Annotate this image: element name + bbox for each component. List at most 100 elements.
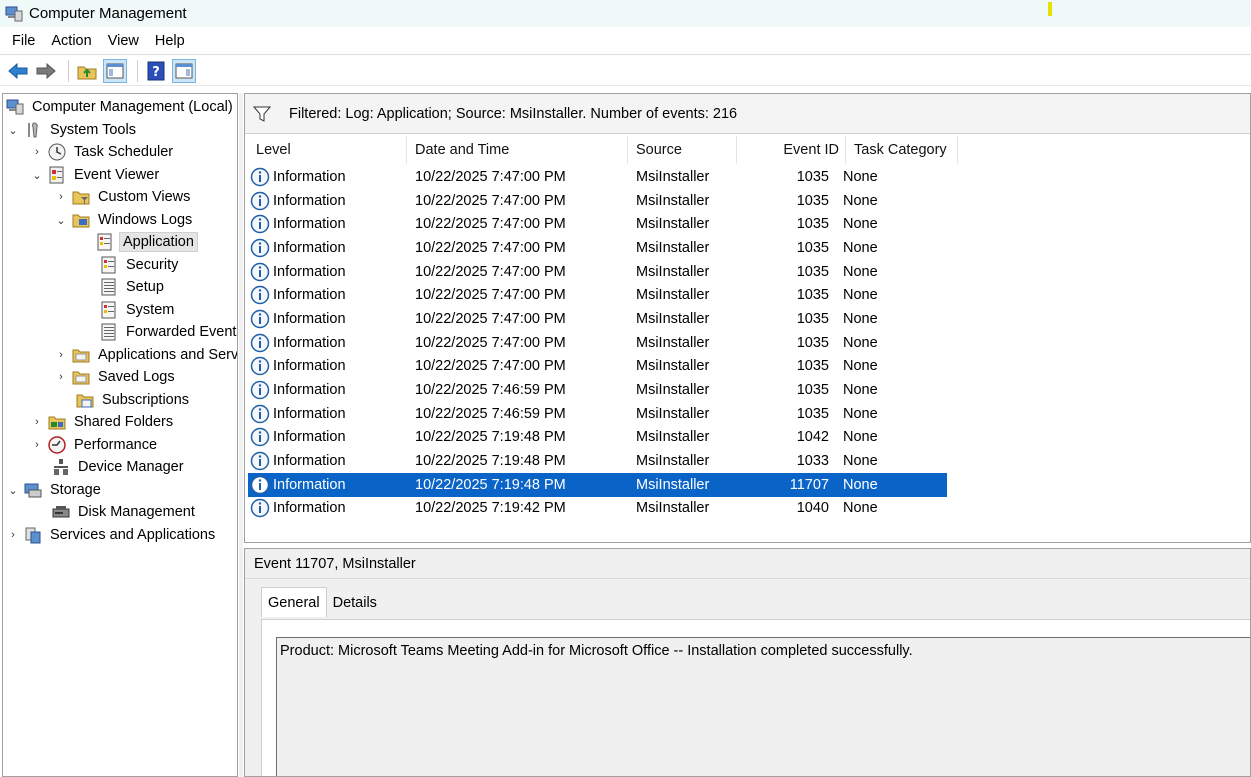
toolbar-separator bbox=[137, 59, 138, 82]
chevron-right-icon[interactable]: › bbox=[30, 416, 44, 428]
task-category-cell: None bbox=[843, 192, 878, 209]
chevron-down-icon[interactable]: ⌄ bbox=[6, 484, 20, 497]
chevron-right-icon[interactable]: › bbox=[54, 191, 68, 203]
column-header-event-id[interactable]: Event ID bbox=[737, 136, 846, 164]
tree-item-forwarded-events[interactable]: Forwarded Events bbox=[100, 321, 237, 343]
column-header-date-time[interactable]: Date and Time bbox=[407, 136, 628, 164]
tree-item-shared-folders[interactable]: › Shared Folders bbox=[30, 411, 176, 433]
tree-item-windows-logs[interactable]: ⌄ Windows Logs bbox=[54, 209, 195, 231]
menu-view[interactable]: View bbox=[102, 33, 145, 49]
tree-item-application[interactable]: Application bbox=[96, 231, 198, 253]
event-row[interactable]: Information 10/22/2025 7:47:00 PM MsiInsta… bbox=[248, 283, 947, 307]
task-category-cell: None bbox=[843, 334, 878, 351]
event-row[interactable]: Information 10/22/2025 7:46:59 PM MsiInsta… bbox=[248, 378, 947, 402]
information-icon bbox=[250, 191, 270, 210]
svg-text:?: ? bbox=[152, 65, 160, 80]
level-cell: Information bbox=[248, 214, 407, 234]
tree-item-setup[interactable]: Setup bbox=[100, 276, 167, 298]
show-hide-console-tree-button[interactable] bbox=[103, 58, 127, 83]
event-row[interactable]: Information 10/22/2025 7:47:00 PM MsiInsta… bbox=[248, 307, 947, 331]
event-id-cell: 1035 bbox=[796, 287, 829, 304]
tree-item-storage[interactable]: ⌄ Storage bbox=[6, 479, 104, 501]
tree-label: Windows Logs bbox=[98, 212, 193, 228]
column-header-source[interactable]: Source bbox=[628, 136, 737, 164]
shared-folder-icon bbox=[48, 416, 66, 430]
column-header-level[interactable]: Level bbox=[248, 136, 407, 164]
task-category-cell: None bbox=[843, 405, 878, 422]
tab-general[interactable]: General bbox=[261, 587, 327, 617]
tree-item-event-viewer[interactable]: ⌄ Event Viewer bbox=[30, 164, 162, 186]
level-cell: Information bbox=[248, 167, 407, 187]
information-icon bbox=[250, 286, 270, 305]
tree-item-system-tools[interactable]: ⌄ System Tools bbox=[6, 119, 139, 141]
event-row[interactable]: Information 10/22/2025 7:47:00 PM MsiInsta… bbox=[248, 260, 947, 284]
tree-label: Shared Folders bbox=[74, 414, 174, 430]
up-one-level-button[interactable] bbox=[75, 59, 99, 83]
event-row[interactable]: Information 10/22/2025 7:47:00 PM MsiInsta… bbox=[248, 355, 947, 379]
information-icon bbox=[250, 167, 270, 187]
chevron-right-icon[interactable]: › bbox=[30, 146, 44, 158]
tree-label: System Tools bbox=[50, 122, 136, 138]
event-row[interactable]: Information 10/22/2025 7:47:00 PM MsiInsta… bbox=[248, 331, 947, 355]
task-category-cell: None bbox=[843, 382, 878, 399]
chevron-right-icon[interactable]: › bbox=[6, 529, 20, 541]
event-row[interactable]: Information 10/22/2025 7:19:48 PM MsiInsta… bbox=[248, 449, 947, 473]
event-row[interactable]: Information 10/22/2025 7:19:42 PM MsiInsta… bbox=[248, 497, 947, 521]
computer-management-icon bbox=[6, 99, 24, 115]
tree-item-security[interactable]: Security bbox=[100, 254, 181, 276]
tree-item-computer-management[interactable]: Computer Management (Local) bbox=[6, 96, 236, 118]
tree-label: Applications and Services Logs bbox=[98, 347, 238, 363]
folder-icon bbox=[72, 371, 90, 385]
tree-item-saved-logs[interactable]: › Saved Logs bbox=[54, 366, 178, 388]
tree-item-device-manager[interactable]: Device Manager bbox=[52, 456, 187, 478]
tree-label: System bbox=[126, 302, 175, 318]
event-id-cell: 1035 bbox=[796, 405, 829, 422]
menu-action[interactable]: Action bbox=[45, 33, 97, 49]
tree-item-disk-management[interactable]: Disk Management bbox=[52, 501, 198, 523]
chevron-right-icon[interactable]: › bbox=[54, 349, 68, 361]
detail-tabs: General Details bbox=[261, 587, 383, 617]
event-detail-pane: Event 11707, MsiInstaller General Detail… bbox=[244, 548, 1251, 777]
chevron-right-icon[interactable]: › bbox=[30, 439, 44, 451]
tree-item-services-and-applications[interactable]: › Services and Applications bbox=[6, 524, 218, 546]
information-icon bbox=[250, 262, 270, 281]
event-description[interactable]: Product: Microsoft Teams Meeting Add-in … bbox=[276, 637, 1250, 776]
column-header-task-category[interactable]: Task Category bbox=[846, 136, 958, 164]
pane-splitter[interactable] bbox=[239, 93, 243, 777]
event-row[interactable]: Information 10/22/2025 7:19:48 PM MsiInsta… bbox=[248, 426, 947, 450]
tree-item-subscriptions[interactable]: Subscriptions bbox=[76, 389, 192, 411]
chevron-right-icon[interactable]: › bbox=[54, 371, 68, 383]
date-cell: 10/22/2025 7:47:00 PM bbox=[415, 168, 566, 185]
event-row[interactable]: Information 10/22/2025 7:47:00 PM MsiInsta… bbox=[248, 212, 947, 236]
source-cell: MsiInstaller bbox=[636, 239, 710, 256]
event-row[interactable]: Information 10/22/2025 7:19:48 PM MsiInsta… bbox=[248, 472, 947, 497]
event-row[interactable]: Information 10/22/2025 7:47:00 PM MsiInsta… bbox=[248, 189, 947, 213]
menu-help[interactable]: Help bbox=[149, 33, 191, 49]
window-title: Computer Management bbox=[29, 5, 187, 22]
chevron-down-icon[interactable]: ⌄ bbox=[54, 214, 68, 227]
event-row[interactable]: Information 10/22/2025 7:47:00 PM MsiInsta… bbox=[248, 236, 947, 260]
chevron-down-icon[interactable]: ⌄ bbox=[6, 124, 20, 137]
tree-item-system[interactable]: System bbox=[100, 299, 177, 321]
help-icon: ? bbox=[147, 61, 165, 80]
show-hide-tree-icon bbox=[106, 63, 124, 78]
date-cell: 10/22/2025 7:47:00 PM bbox=[415, 358, 566, 375]
show-hide-action-pane-button[interactable] bbox=[172, 58, 196, 83]
level-text: Information bbox=[273, 239, 346, 256]
forward-button[interactable] bbox=[34, 59, 58, 83]
source-cell: MsiInstaller bbox=[636, 500, 710, 517]
back-button[interactable] bbox=[6, 59, 30, 83]
tree-item-applications-and-services-logs[interactable]: › Applications and Services Logs bbox=[54, 344, 238, 366]
level-cell: Information bbox=[248, 191, 407, 211]
help-button[interactable]: ? bbox=[144, 59, 168, 83]
tree-item-task-scheduler[interactable]: › Task Scheduler bbox=[30, 141, 176, 163]
tree-item-custom-views[interactable]: › Custom Views bbox=[54, 186, 193, 208]
storage-icon bbox=[24, 483, 42, 498]
date-cell: 10/22/2025 7:19:48 PM bbox=[415, 429, 566, 446]
event-row[interactable]: Information 10/22/2025 7:46:59 PM MsiInsta… bbox=[248, 402, 947, 426]
menu-file[interactable]: File bbox=[6, 33, 41, 49]
tab-details[interactable]: Details bbox=[327, 589, 383, 617]
event-row[interactable]: Information 10/22/2025 7:47:00 PM MsiInsta… bbox=[248, 165, 947, 189]
chevron-down-icon[interactable]: ⌄ bbox=[30, 169, 44, 182]
tree-item-performance[interactable]: › Performance bbox=[30, 434, 160, 456]
